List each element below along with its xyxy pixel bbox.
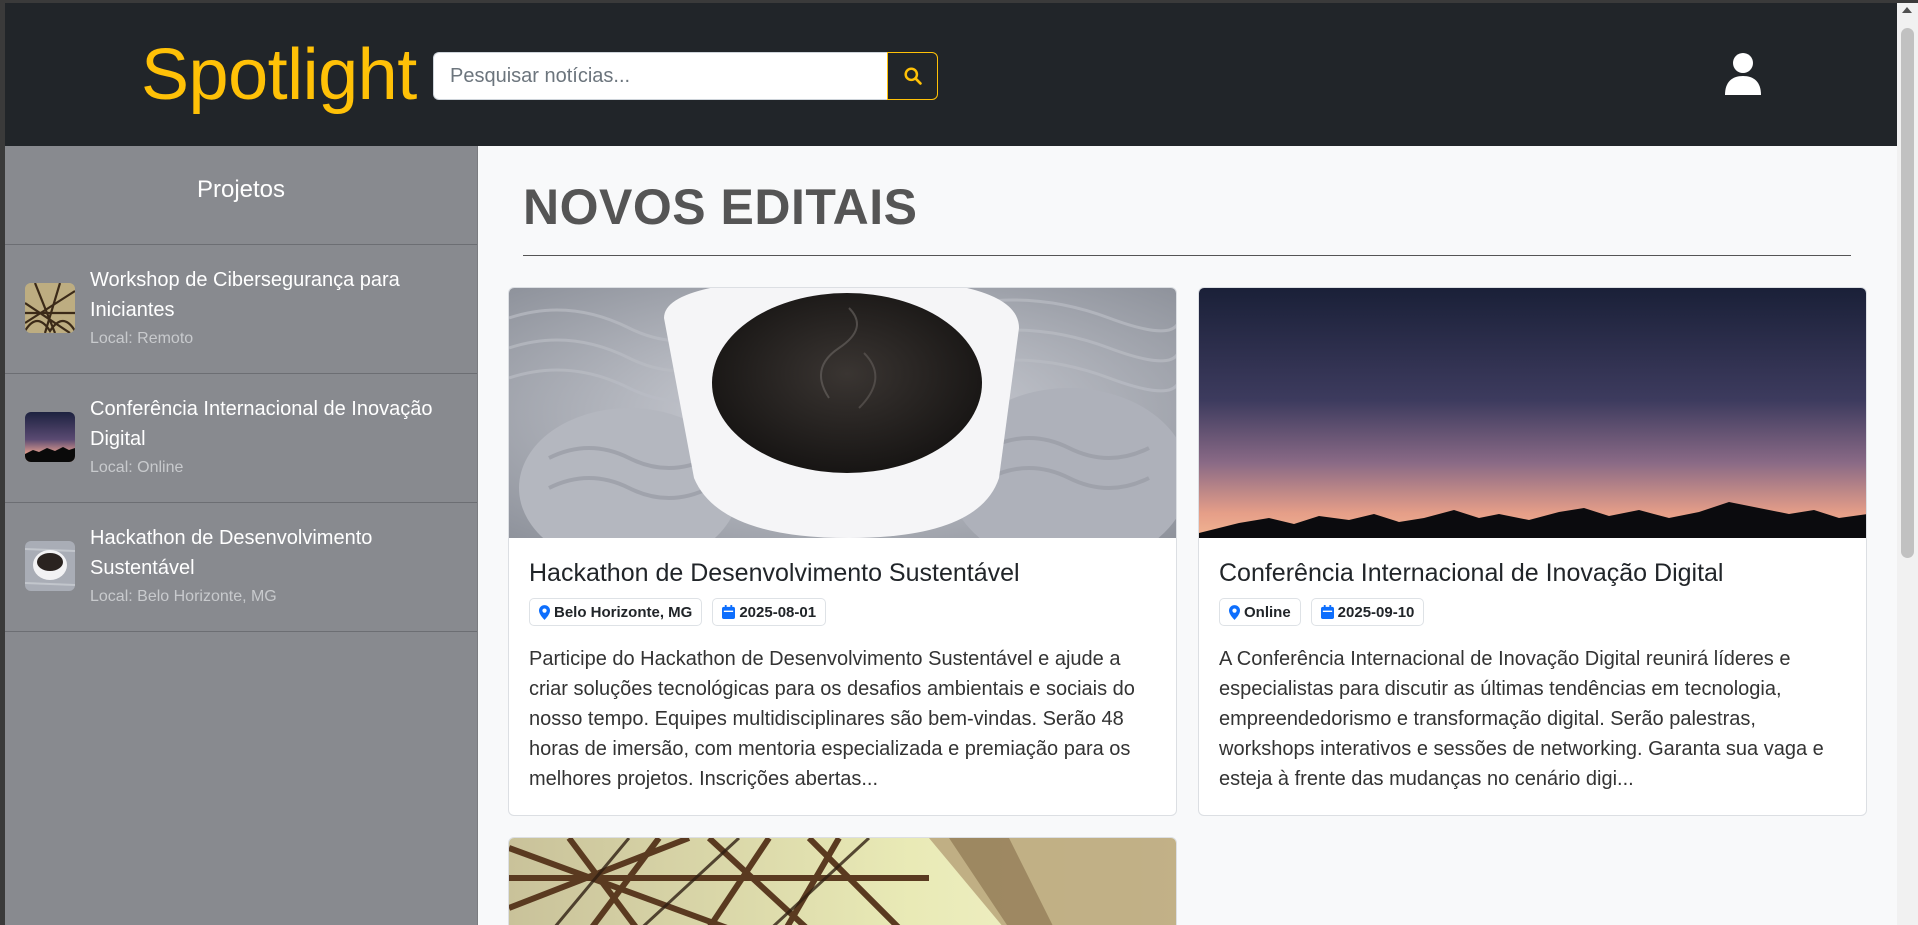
search-form — [433, 51, 938, 101]
location-text: Online — [1244, 603, 1291, 621]
card-description: Participe do Hackathon de Desenvolviment… — [529, 648, 1135, 790]
edital-card[interactable]: Hackathon de Desenvolvimento Sustentável… — [508, 287, 1177, 816]
sidebar-item-location: Local: Belo Horizonte, MG — [90, 588, 277, 605]
date-text: 2025-08-01 — [739, 603, 817, 621]
search-icon — [903, 67, 922, 85]
sidebar-item[interactable]: Workshop de Cibersegurança para Iniciant… — [5, 245, 477, 374]
sidebar-item-name: Conferência Internacional de Inovação Di… — [90, 398, 433, 450]
location-badge: Online — [1219, 598, 1301, 626]
calendar-icon — [722, 605, 736, 619]
sunset-mountains-thumbnail — [25, 412, 75, 462]
sidebar-item[interactable]: Hackathon de Desenvolvimento Sustentável… — [5, 503, 477, 632]
page-title: NOVOS EDITAIS — [523, 179, 918, 235]
card-description: A Conferência Internacional de Inovação … — [1219, 648, 1824, 790]
date-text: 2025-09-10 — [1337, 603, 1415, 621]
steel-structure-thumbnail — [25, 283, 75, 333]
scroll-up-arrow-icon[interactable] — [1902, 7, 1912, 13]
card-title: Conferência Internacional de Inovação Di… — [1219, 559, 1724, 587]
sidebar-item-name: Hackathon de Desenvolvimento Sustentável — [90, 527, 373, 579]
sidebar-title: Projetos — [5, 146, 477, 245]
brand-logo[interactable]: Spotlight — [141, 37, 417, 113]
search-button[interactable] — [887, 52, 938, 100]
scrollbar-thumb[interactable] — [1901, 28, 1914, 558]
user-profile-button[interactable] — [1719, 48, 1767, 100]
location-text: Belo Horizonte, MG — [554, 603, 693, 621]
projects-sidebar: Projetos Workshop de Cibersegurança para… — [5, 146, 478, 925]
vertical-scrollbar[interactable] — [1897, 3, 1918, 925]
map-pin-icon — [1229, 604, 1240, 620]
date-badge: 2025-08-01 — [712, 598, 827, 626]
map-pin-icon — [539, 604, 550, 620]
date-badge: 2025-09-10 — [1310, 598, 1425, 626]
card-title: Hackathon de Desenvolvimento Sustentável — [529, 559, 1020, 587]
steel-structure-image — [509, 838, 1176, 925]
calendar-icon — [1320, 605, 1334, 619]
sidebar-item-name: Workshop de Cibersegurança para Iniciant… — [90, 269, 400, 321]
user-icon — [1725, 53, 1761, 95]
top-navbar: Spotlight — [5, 3, 1897, 146]
sidebar-item[interactable]: Conferência Internacional de Inovação Di… — [5, 374, 477, 503]
sunset-mountains-image — [1199, 288, 1866, 538]
title-divider — [523, 255, 1851, 256]
main-content: NOVOS EDITAIS Hackathon de Desenvolvimen… — [478, 146, 1897, 925]
sidebar-item-location: Local: Online — [90, 459, 184, 476]
coffee-cup-thumbnail — [25, 541, 75, 591]
coffee-cup-image — [509, 288, 1176, 538]
sidebar-item-location: Local: Remoto — [90, 330, 194, 347]
edital-card[interactable] — [508, 837, 1177, 925]
search-input[interactable] — [433, 52, 887, 100]
edital-card[interactable]: Conferência Internacional de Inovação Di… — [1198, 287, 1867, 816]
location-badge: Belo Horizonte, MG — [529, 598, 703, 626]
